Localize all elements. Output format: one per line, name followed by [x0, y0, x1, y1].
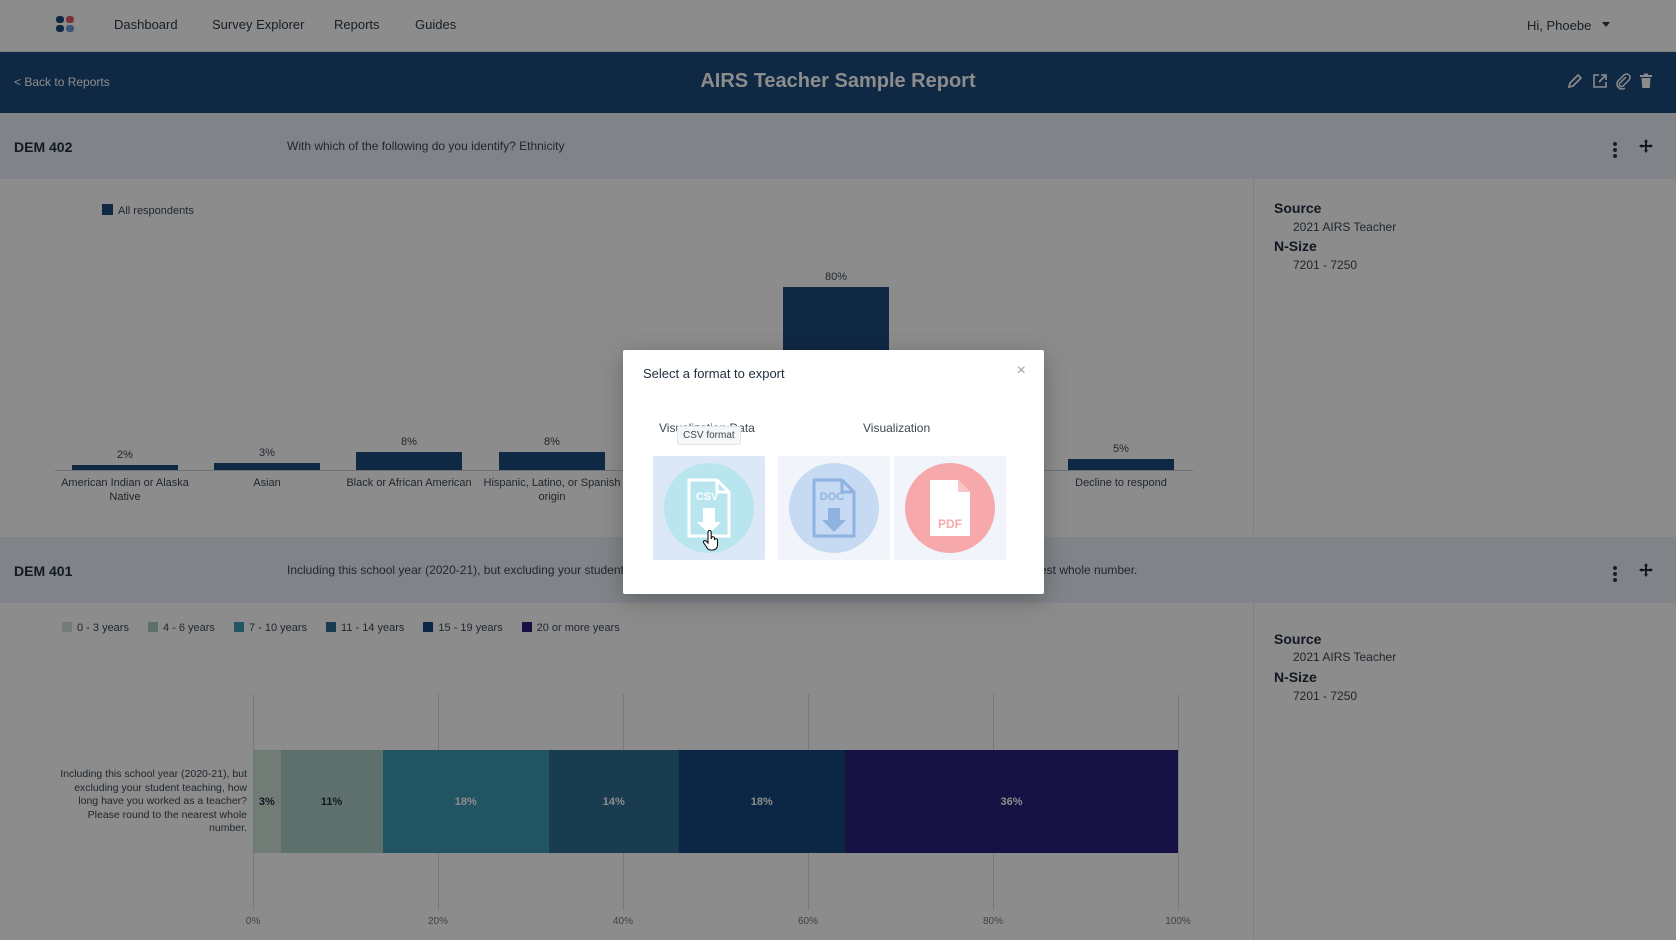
export-pdf-button[interactable]: PDF — [894, 456, 1006, 560]
export-doc-button[interactable]: DOC — [778, 456, 890, 560]
hand-cursor-icon — [702, 530, 719, 551]
export-modal: Select a format to export × Visualizatio… — [623, 350, 1044, 594]
csv-icon-text: CSV — [696, 491, 719, 503]
modal-title: Select a format to export — [643, 366, 785, 381]
doc-icon: DOC — [789, 463, 879, 553]
csv-tooltip: CSV format — [677, 426, 741, 445]
pdf-icon-text: PDF — [938, 517, 962, 531]
group-label-visualization: Visualization — [863, 421, 931, 435]
pdf-icon: PDF — [905, 463, 995, 553]
close-icon[interactable]: × — [1017, 362, 1026, 380]
doc-icon-text: DOC — [820, 491, 845, 503]
